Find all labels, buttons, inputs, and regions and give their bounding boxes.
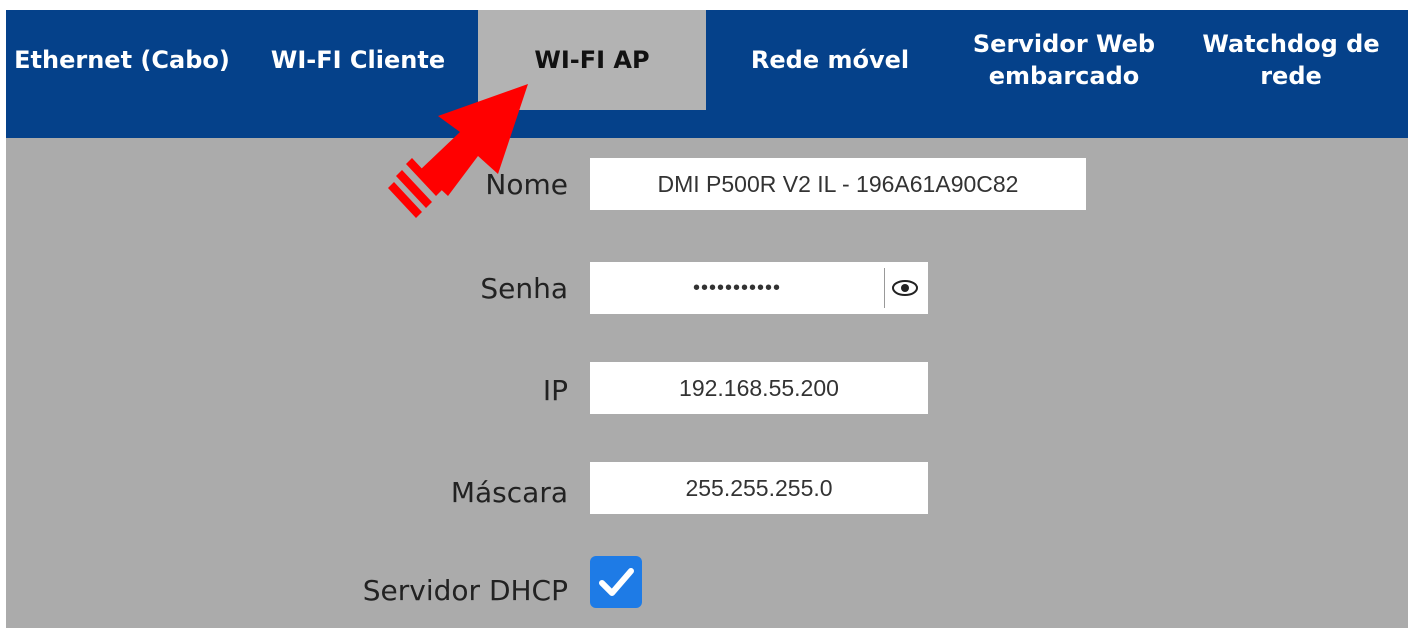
password-label: Senha (480, 272, 568, 305)
tab-ethernet[interactable]: Ethernet (Cabo) (6, 10, 238, 110)
tab-bar: Ethernet (Cabo) WI-FI Cliente WI-FI AP R… (6, 10, 1408, 110)
tab-embedded-web-server[interactable]: Servidor Web embarcado (954, 10, 1174, 110)
tab-underline-strip (6, 110, 1408, 138)
settings-panel: Ethernet (Cabo) WI-FI Cliente WI-FI AP R… (6, 10, 1408, 628)
tab-network-watchdog[interactable]: Watchdog de rede (1174, 10, 1408, 110)
eye-icon[interactable] (890, 274, 920, 302)
ip-label: IP (542, 374, 568, 407)
dhcp-checkbox[interactable] (590, 556, 642, 608)
password-divider (884, 268, 885, 308)
mask-label: Máscara (450, 476, 568, 509)
red-arrow-icon (388, 84, 528, 218)
mask-input[interactable] (590, 462, 928, 514)
name-input[interactable] (590, 158, 1086, 210)
tab-mobile-network[interactable]: Rede móvel (706, 10, 954, 110)
ip-input[interactable] (590, 362, 928, 414)
password-field (590, 262, 928, 314)
dhcp-label: Servidor DHCP (362, 574, 568, 607)
checkmark-icon (599, 568, 634, 596)
password-input[interactable] (590, 262, 884, 314)
